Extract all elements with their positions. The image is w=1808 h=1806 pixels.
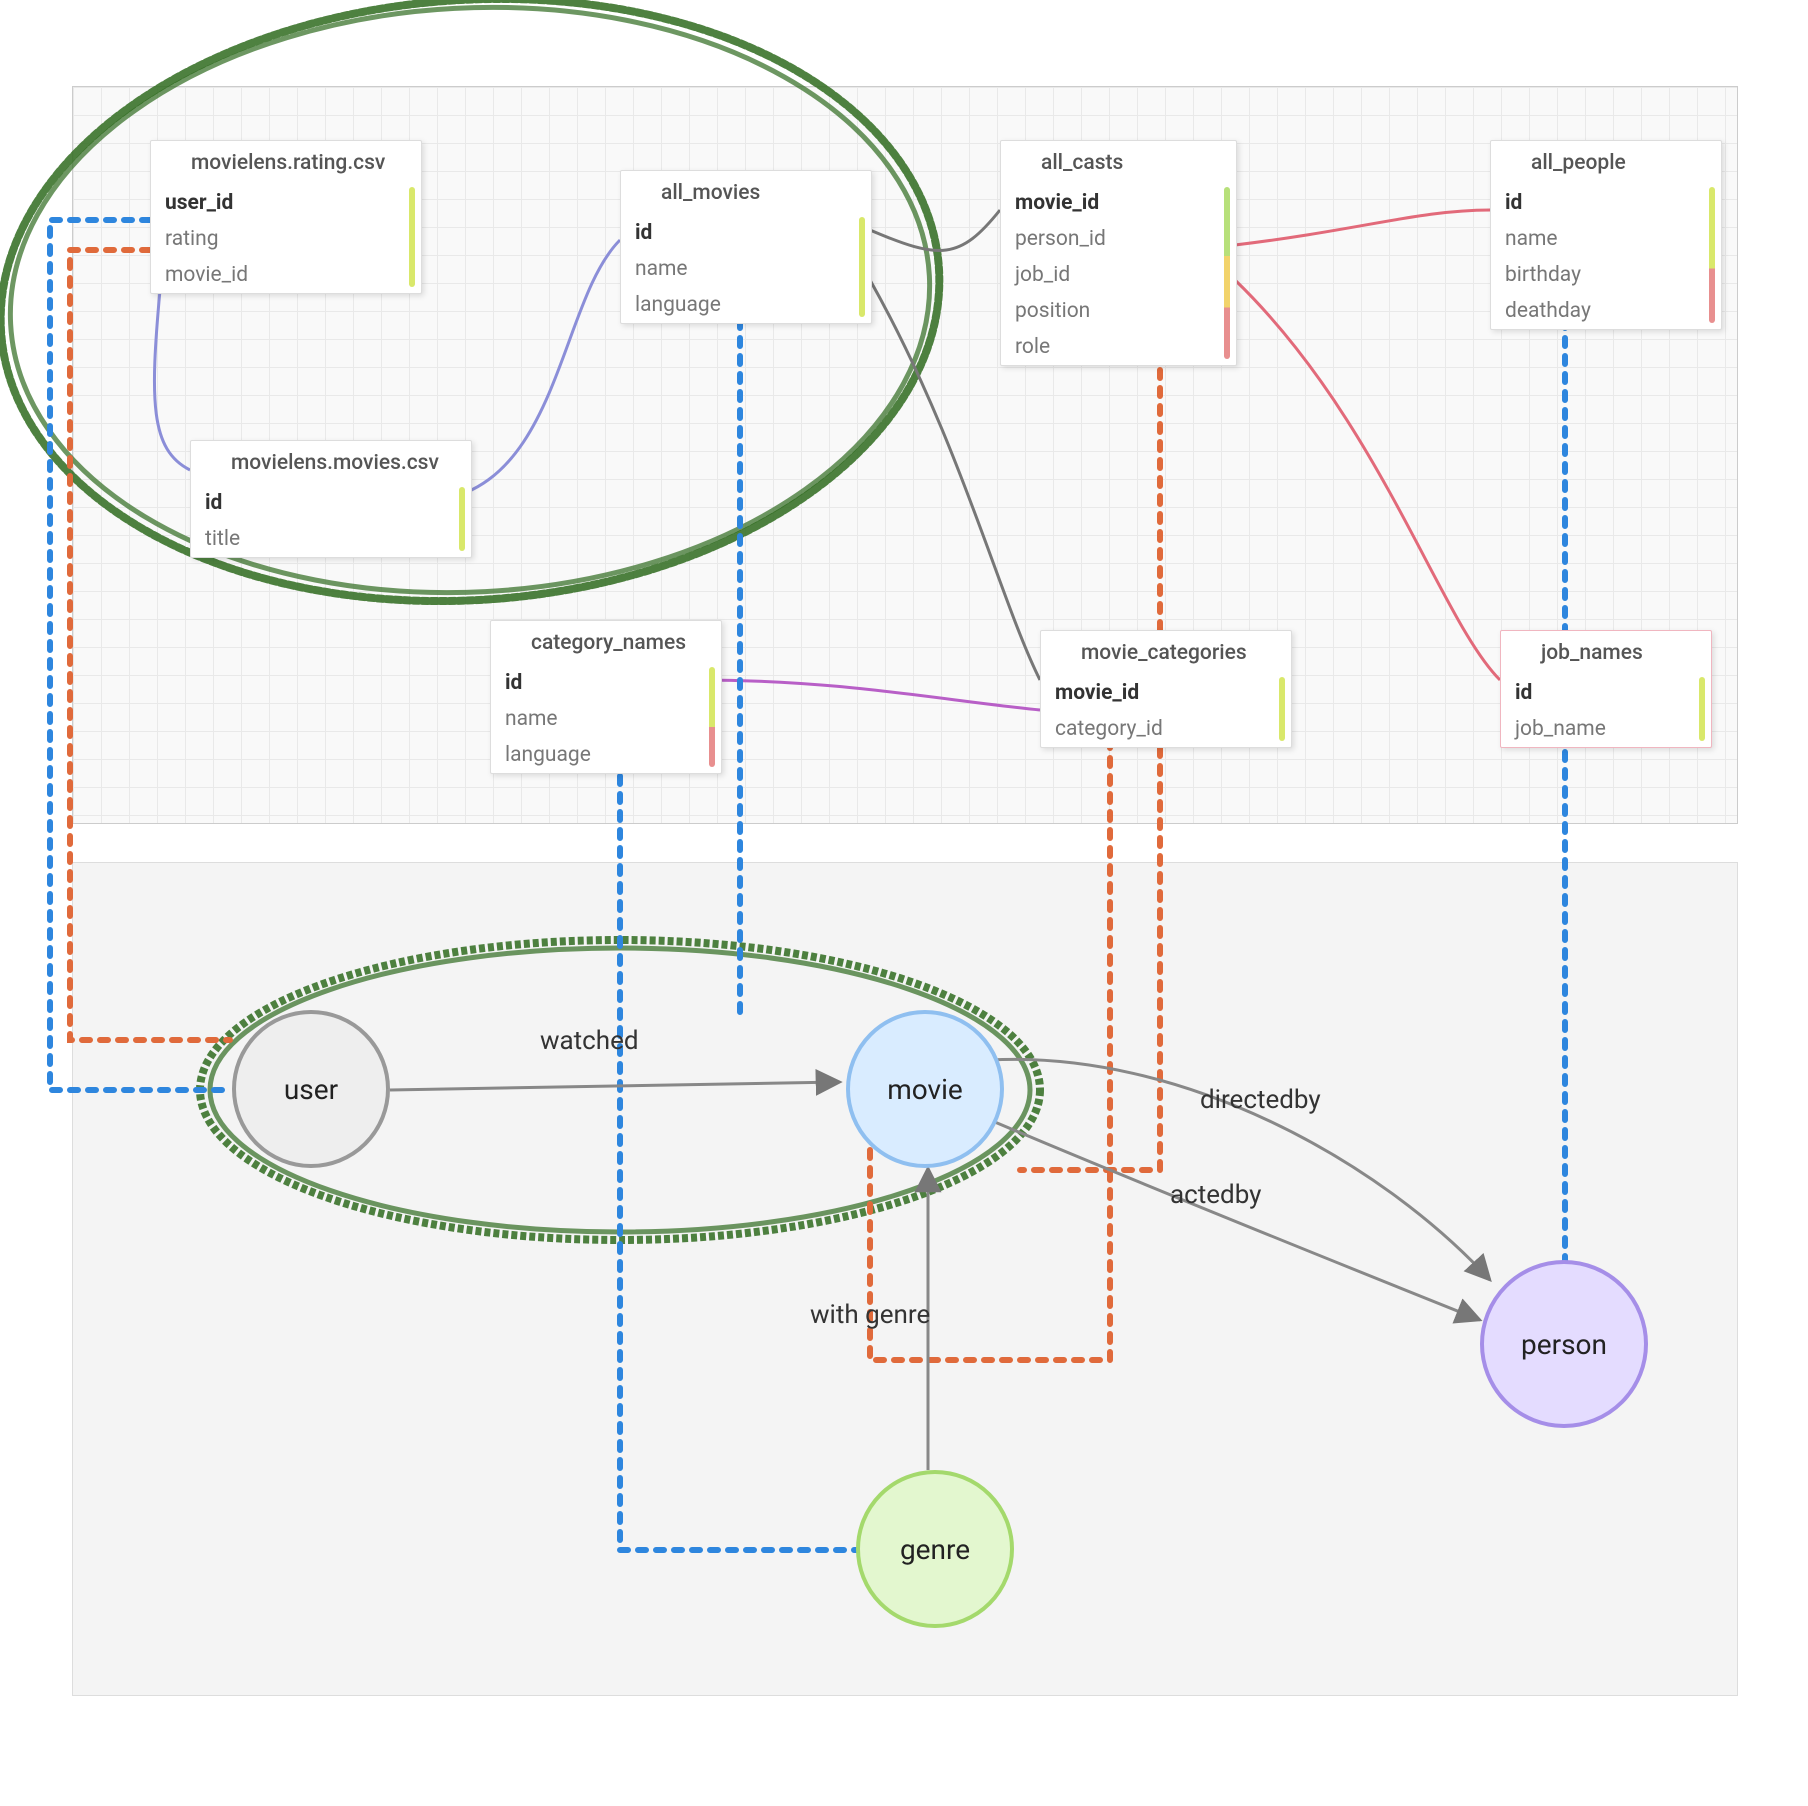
field: job_id: [1001, 257, 1236, 293]
field: name: [1491, 221, 1721, 257]
table-title: job_names: [1501, 631, 1711, 675]
table-title: category_names: [491, 621, 721, 665]
table-title: movielens.rating.csv: [151, 141, 421, 185]
field: id: [1491, 185, 1721, 221]
node-label: genre: [900, 1533, 970, 1566]
field: title: [191, 521, 471, 557]
field: movie_id: [1041, 675, 1291, 711]
field: name: [491, 701, 721, 737]
table-title: movielens.movies.csv: [191, 441, 471, 485]
field: movie_id: [151, 257, 421, 293]
node-label: user: [284, 1073, 338, 1106]
field: category_id: [1041, 711, 1291, 747]
edge-label-directedby: directedby: [1200, 1085, 1321, 1115]
field: language: [621, 287, 871, 323]
node-movie[interactable]: movie: [846, 1010, 1004, 1168]
node-user[interactable]: user: [232, 1010, 390, 1168]
table-movie-categories[interactable]: movie_categories movie_id category_id: [1040, 630, 1292, 748]
field: id: [1501, 675, 1711, 711]
table-ratings[interactable]: movielens.rating.csv user_id rating movi…: [150, 140, 422, 294]
table-movies-csv[interactable]: movielens.movies.csv id title: [190, 440, 472, 558]
table-title: all_people: [1491, 141, 1721, 185]
table-all-casts[interactable]: all_casts movie_id person_id job_id posi…: [1000, 140, 1237, 366]
field: language: [491, 737, 721, 773]
table-category-names[interactable]: category_names id name language: [490, 620, 722, 774]
node-genre[interactable]: genre: [856, 1470, 1014, 1628]
edge-label-with-genre: with genre: [810, 1300, 930, 1330]
table-all-people[interactable]: all_people id name birthday deathday: [1490, 140, 1722, 330]
node-label: person: [1521, 1328, 1607, 1361]
table-all-movies[interactable]: all_movies id name language: [620, 170, 872, 324]
field: position: [1001, 293, 1236, 329]
table-job-names[interactable]: job_names id job_name: [1500, 630, 1712, 748]
field: role: [1001, 329, 1236, 365]
node-label: movie: [887, 1073, 963, 1106]
table-title: all_movies: [621, 171, 871, 215]
table-title: movie_categories: [1041, 631, 1291, 675]
edge-label-watched: watched: [540, 1026, 639, 1056]
table-title: all_casts: [1001, 141, 1236, 185]
edge-label-actedby: actedby: [1170, 1180, 1261, 1210]
field: id: [621, 215, 871, 251]
field: deathday: [1491, 293, 1721, 329]
field: id: [491, 665, 721, 701]
node-person[interactable]: person: [1480, 1260, 1648, 1428]
field: id: [191, 485, 471, 521]
field: birthday: [1491, 257, 1721, 293]
field: rating: [151, 221, 421, 257]
field: person_id: [1001, 221, 1236, 257]
field: job_name: [1501, 711, 1711, 747]
field: user_id: [151, 185, 421, 221]
field: name: [621, 251, 871, 287]
field: movie_id: [1001, 185, 1236, 221]
